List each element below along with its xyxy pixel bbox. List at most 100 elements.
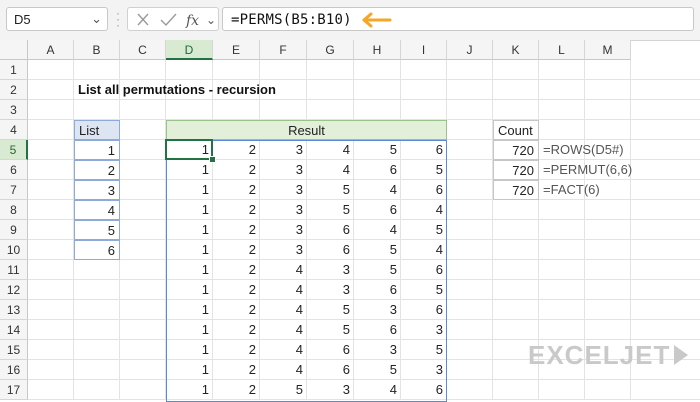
count-cell[interactable]: 720 (493, 180, 539, 200)
result-cell[interactable]: 4 (260, 260, 307, 280)
result-cell[interactable]: 1 (166, 140, 213, 160)
result-cell[interactable]: 1 (166, 200, 213, 220)
fill-handle[interactable] (209, 156, 216, 163)
result-cell[interactable]: 6 (401, 300, 447, 320)
result-cell[interactable]: 4 (260, 340, 307, 360)
result-cell[interactable]: 2 (213, 360, 260, 380)
result-cell[interactable]: 4 (354, 220, 401, 240)
enter-check-icon[interactable] (160, 13, 177, 27)
result-cell[interactable]: 6 (354, 320, 401, 340)
list-cell[interactable]: 1 (74, 140, 120, 160)
result-cell[interactable]: 2 (213, 200, 260, 220)
row-header-7[interactable]: 7 (0, 180, 28, 200)
result-cell[interactable]: 5 (307, 320, 354, 340)
result-cell[interactable]: 3 (260, 240, 307, 260)
list-cell[interactable]: 3 (74, 180, 120, 200)
result-cell[interactable]: 4 (260, 320, 307, 340)
row-header-13[interactable]: 13 (0, 300, 28, 320)
result-cell[interactable]: 5 (307, 300, 354, 320)
result-cell[interactable]: 1 (166, 260, 213, 280)
result-cell[interactable]: 6 (401, 260, 447, 280)
list-cell[interactable]: 6 (74, 240, 120, 260)
result-cell[interactable]: 6 (307, 220, 354, 240)
result-cell[interactable]: 6 (307, 360, 354, 380)
result-cell[interactable]: 3 (260, 180, 307, 200)
row-header-1[interactable]: 1 (0, 60, 28, 80)
result-cell[interactable]: 4 (307, 160, 354, 180)
result-cell[interactable]: 2 (213, 320, 260, 340)
name-box[interactable]: D5 ⌄ (6, 7, 108, 31)
column-header-m[interactable]: M (585, 40, 631, 60)
result-cell[interactable]: 5 (260, 380, 307, 400)
result-cell[interactable]: 6 (307, 340, 354, 360)
result-cell[interactable]: 3 (354, 340, 401, 360)
row-header-4[interactable]: 4 (0, 120, 28, 140)
count-cell[interactable]: 720 (493, 140, 539, 160)
result-cell[interactable]: 5 (354, 360, 401, 380)
column-header-f[interactable]: F (260, 40, 307, 60)
column-header-e[interactable]: E (213, 40, 260, 60)
insert-function-icon[interactable]: fx (185, 13, 199, 29)
result-cell[interactable]: 6 (401, 140, 447, 160)
row-header-3[interactable]: 3 (0, 100, 28, 120)
result-cell[interactable]: 5 (354, 260, 401, 280)
row-header-6[interactable]: 6 (0, 160, 28, 180)
list-cell[interactable]: 2 (74, 160, 120, 180)
column-header-b[interactable]: B (74, 40, 120, 60)
result-cell[interactable]: 4 (401, 200, 447, 220)
result-cell[interactable]: 4 (260, 280, 307, 300)
column-header-d[interactable]: D (166, 40, 213, 60)
result-cell[interactable]: 6 (401, 380, 447, 400)
result-cell[interactable]: 3 (260, 140, 307, 160)
result-cell[interactable]: 3 (260, 220, 307, 240)
expand-formula-icon[interactable]: ⌄ (206, 13, 216, 27)
cancel-icon[interactable] (137, 13, 149, 26)
result-cell[interactable]: 3 (307, 380, 354, 400)
result-cell[interactable]: 3 (307, 280, 354, 300)
result-cell[interactable]: 5 (401, 280, 447, 300)
result-cell[interactable]: 2 (213, 340, 260, 360)
result-cell[interactable]: 3 (260, 200, 307, 220)
formula-input[interactable]: =PERMS(B5:B10) (222, 7, 694, 31)
result-cell[interactable]: 2 (213, 300, 260, 320)
column-header-i[interactable]: I (401, 40, 447, 60)
row-header-5[interactable]: 5 (0, 140, 28, 160)
result-cell[interactable]: 5 (401, 220, 447, 240)
result-cell[interactable]: 6 (354, 200, 401, 220)
result-cell[interactable]: 6 (307, 240, 354, 260)
result-cell[interactable]: 1 (166, 380, 213, 400)
splitter-dots-icon[interactable]: · · · (116, 7, 120, 31)
result-cell[interactable]: 2 (213, 380, 260, 400)
result-cell[interactable]: 2 (213, 260, 260, 280)
column-header-h[interactable]: H (354, 40, 401, 60)
result-cell[interactable]: 6 (354, 280, 401, 300)
column-header-g[interactable]: G (307, 40, 354, 60)
result-cell[interactable]: 3 (401, 360, 447, 380)
result-cell[interactable]: 1 (166, 340, 213, 360)
result-cell[interactable]: 3 (401, 320, 447, 340)
result-cell[interactable]: 2 (213, 180, 260, 200)
count-cell[interactable]: 720 (493, 160, 539, 180)
result-cell[interactable]: 2 (213, 220, 260, 240)
result-cell[interactable]: 1 (166, 160, 213, 180)
row-header-10[interactable]: 10 (0, 240, 28, 260)
result-cell[interactable]: 5 (401, 340, 447, 360)
result-cell[interactable]: 2 (213, 240, 260, 260)
column-header-l[interactable]: L (539, 40, 585, 60)
result-cell[interactable]: 4 (354, 180, 401, 200)
result-cell[interactable]: 3 (354, 300, 401, 320)
list-header[interactable]: List (74, 120, 120, 140)
row-header-17[interactable]: 17 (0, 380, 28, 400)
result-cell[interactable]: 2 (213, 140, 260, 160)
result-cell[interactable]: 1 (166, 300, 213, 320)
result-cell[interactable]: 5 (354, 240, 401, 260)
list-cell[interactable]: 5 (74, 220, 120, 240)
result-cell[interactable]: 2 (213, 280, 260, 300)
chevron-down-icon[interactable]: ⌄ (91, 11, 102, 27)
result-cell[interactable]: 1 (166, 320, 213, 340)
result-cell[interactable]: 4 (401, 240, 447, 260)
result-cell[interactable]: 5 (307, 200, 354, 220)
row-header-2[interactable]: 2 (0, 80, 28, 100)
result-cell[interactable]: 5 (307, 180, 354, 200)
result-cell[interactable]: 3 (307, 260, 354, 280)
